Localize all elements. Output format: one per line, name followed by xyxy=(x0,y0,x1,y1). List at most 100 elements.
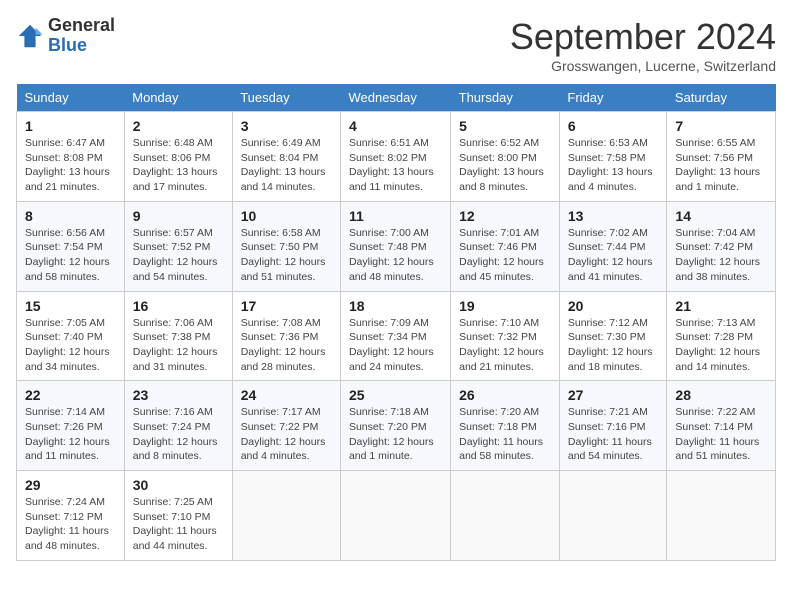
calendar-cell: 6 Sunrise: 6:53 AMSunset: 7:58 PMDaylight… xyxy=(559,112,667,202)
logo: General Blue xyxy=(16,16,115,56)
day-number: 30 xyxy=(133,477,224,493)
day-detail: Sunrise: 7:14 AMSunset: 7:26 PMDaylight:… xyxy=(25,406,110,462)
calendar-cell: 19Sunrise: 7:10 AMSunset: 7:32 PMDayligh… xyxy=(451,291,560,381)
week-row-5: 29 Sunrise: 7:24 AMSunset: 7:12 PMDayligh… xyxy=(17,471,776,561)
logo-general: General xyxy=(48,16,115,36)
day-number: 19 xyxy=(459,298,551,314)
day-detail: Sunrise: 6:52 AMSunset: 8:00 PMDaylight:… xyxy=(459,137,544,193)
week-row-4: 22 Sunrise: 7:14 AMSunset: 7:26 PMDayligh… xyxy=(17,381,776,471)
day-detail: Sunrise: 7:16 AMSunset: 7:24 PMDaylight:… xyxy=(133,406,218,462)
day-number: 17 xyxy=(241,298,332,314)
day-number: 4 xyxy=(349,118,442,134)
day-detail: Sunrise: 7:05 AMSunset: 7:40 PMDaylight:… xyxy=(25,317,110,373)
calendar-header: SundayMondayTuesdayWednesdayThursdayFrid… xyxy=(17,84,776,112)
calendar-cell xyxy=(559,471,667,561)
day-number: 3 xyxy=(241,118,332,134)
day-detail: Sunrise: 7:22 AMSunset: 7:14 PMDaylight:… xyxy=(675,406,759,462)
day-detail: Sunrise: 7:09 AMSunset: 7:34 PMDaylight:… xyxy=(349,317,434,373)
day-number: 14 xyxy=(675,208,767,224)
calendar-cell: 7Sunrise: 6:55 AMSunset: 7:56 PMDaylight… xyxy=(667,112,776,202)
week-row-1: 1Sunrise: 6:47 AMSunset: 8:08 PMDaylight… xyxy=(17,112,776,202)
weekday-friday: Friday xyxy=(559,84,667,112)
calendar-cell xyxy=(340,471,450,561)
day-number: 7 xyxy=(675,118,767,134)
day-number: 20 xyxy=(568,298,659,314)
day-detail: Sunrise: 7:06 AMSunset: 7:38 PMDaylight:… xyxy=(133,317,218,373)
calendar-cell: 8 Sunrise: 6:56 AMSunset: 7:54 PMDaylight… xyxy=(17,201,125,291)
calendar-cell: 20Sunrise: 7:12 AMSunset: 7:30 PMDayligh… xyxy=(559,291,667,381)
day-number: 9 xyxy=(133,208,224,224)
day-number: 22 xyxy=(25,387,116,403)
week-row-2: 8 Sunrise: 6:56 AMSunset: 7:54 PMDaylight… xyxy=(17,201,776,291)
calendar-cell: 3 Sunrise: 6:49 AMSunset: 8:04 PMDaylight… xyxy=(232,112,340,202)
day-detail: Sunrise: 6:57 AMSunset: 7:52 PMDaylight:… xyxy=(133,227,218,283)
calendar-cell: 14 Sunrise: 7:04 AMSunset: 7:42 PMDayligh… xyxy=(667,201,776,291)
calendar-cell: 23 Sunrise: 7:16 AMSunset: 7:24 PMDayligh… xyxy=(124,381,232,471)
day-number: 10 xyxy=(241,208,332,224)
day-number: 13 xyxy=(568,208,659,224)
weekday-header-row: SundayMondayTuesdayWednesdayThursdayFrid… xyxy=(17,84,776,112)
month-title: September 2024 xyxy=(510,16,776,58)
day-number: 2 xyxy=(133,118,224,134)
day-detail: Sunrise: 7:25 AMSunset: 7:10 PMDaylight:… xyxy=(133,496,217,552)
day-detail: Sunrise: 6:48 AMSunset: 8:06 PMDaylight:… xyxy=(133,137,218,193)
calendar-cell xyxy=(667,471,776,561)
day-number: 24 xyxy=(241,387,332,403)
day-detail: Sunrise: 7:00 AMSunset: 7:48 PMDaylight:… xyxy=(349,227,434,283)
location: Grosswangen, Lucerne, Switzerland xyxy=(510,58,776,74)
calendar-cell: 18Sunrise: 7:09 AMSunset: 7:34 PMDayligh… xyxy=(340,291,450,381)
day-detail: Sunrise: 6:51 AMSunset: 8:02 PMDaylight:… xyxy=(349,137,434,193)
calendar-cell: 28 Sunrise: 7:22 AMSunset: 7:14 PMDayligh… xyxy=(667,381,776,471)
logo-icon xyxy=(16,22,44,50)
day-detail: Sunrise: 6:47 AMSunset: 8:08 PMDaylight:… xyxy=(25,137,110,193)
logo-text: General Blue xyxy=(48,16,115,56)
calendar-body: 1Sunrise: 6:47 AMSunset: 8:08 PMDaylight… xyxy=(17,112,776,561)
day-number: 26 xyxy=(459,387,551,403)
day-detail: Sunrise: 6:49 AMSunset: 8:04 PMDaylight:… xyxy=(241,137,326,193)
day-detail: Sunrise: 6:53 AMSunset: 7:58 PMDaylight:… xyxy=(568,137,653,193)
calendar-cell: 13 Sunrise: 7:02 AMSunset: 7:44 PMDayligh… xyxy=(559,201,667,291)
weekday-saturday: Saturday xyxy=(667,84,776,112)
day-number: 16 xyxy=(133,298,224,314)
day-detail: Sunrise: 7:17 AMSunset: 7:22 PMDaylight:… xyxy=(241,406,326,462)
day-number: 23 xyxy=(133,387,224,403)
calendar-cell: 11 Sunrise: 7:00 AMSunset: 7:48 PMDayligh… xyxy=(340,201,450,291)
calendar-cell: 1Sunrise: 6:47 AMSunset: 8:08 PMDaylight… xyxy=(17,112,125,202)
week-row-3: 15 Sunrise: 7:05 AMSunset: 7:40 PMDayligh… xyxy=(17,291,776,381)
calendar-cell: 5 Sunrise: 6:52 AMSunset: 8:00 PMDaylight… xyxy=(451,112,560,202)
day-detail: Sunrise: 7:08 AMSunset: 7:36 PMDaylight:… xyxy=(241,317,326,373)
day-number: 5 xyxy=(459,118,551,134)
day-detail: Sunrise: 7:13 AMSunset: 7:28 PMDaylight:… xyxy=(675,317,760,373)
day-detail: Sunrise: 6:56 AMSunset: 7:54 PMDaylight:… xyxy=(25,227,110,283)
day-detail: Sunrise: 7:02 AMSunset: 7:44 PMDaylight:… xyxy=(568,227,653,283)
calendar-cell: 30 Sunrise: 7:25 AMSunset: 7:10 PMDayligh… xyxy=(124,471,232,561)
calendar-cell: 24 Sunrise: 7:17 AMSunset: 7:22 PMDayligh… xyxy=(232,381,340,471)
day-number: 25 xyxy=(349,387,442,403)
day-number: 8 xyxy=(25,208,116,224)
day-detail: Sunrise: 7:20 AMSunset: 7:18 PMDaylight:… xyxy=(459,406,543,462)
title-area: September 2024 Grosswangen, Lucerne, Swi… xyxy=(510,16,776,74)
day-detail: Sunrise: 7:24 AMSunset: 7:12 PMDaylight:… xyxy=(25,496,109,552)
calendar-cell: 16 Sunrise: 7:06 AMSunset: 7:38 PMDayligh… xyxy=(124,291,232,381)
weekday-wednesday: Wednesday xyxy=(340,84,450,112)
day-detail: Sunrise: 7:18 AMSunset: 7:20 PMDaylight:… xyxy=(349,406,434,462)
calendar-cell: 15 Sunrise: 7:05 AMSunset: 7:40 PMDayligh… xyxy=(17,291,125,381)
day-number: 28 xyxy=(675,387,767,403)
day-number: 29 xyxy=(25,477,116,493)
day-detail: Sunrise: 7:01 AMSunset: 7:46 PMDaylight:… xyxy=(459,227,544,283)
calendar-cell: 9 Sunrise: 6:57 AMSunset: 7:52 PMDaylight… xyxy=(124,201,232,291)
weekday-sunday: Sunday xyxy=(17,84,125,112)
day-detail: Sunrise: 7:04 AMSunset: 7:42 PMDaylight:… xyxy=(675,227,760,283)
weekday-thursday: Thursday xyxy=(451,84,560,112)
day-number: 11 xyxy=(349,208,442,224)
day-number: 27 xyxy=(568,387,659,403)
day-number: 21 xyxy=(675,298,767,314)
logo-blue: Blue xyxy=(48,36,115,56)
calendar-cell: 26 Sunrise: 7:20 AMSunset: 7:18 PMDayligh… xyxy=(451,381,560,471)
calendar-cell: 22 Sunrise: 7:14 AMSunset: 7:26 PMDayligh… xyxy=(17,381,125,471)
day-number: 15 xyxy=(25,298,116,314)
calendar-table: SundayMondayTuesdayWednesdayThursdayFrid… xyxy=(16,84,776,561)
calendar-cell: 25 Sunrise: 7:18 AMSunset: 7:20 PMDayligh… xyxy=(340,381,450,471)
day-number: 6 xyxy=(568,118,659,134)
calendar-cell: 27Sunrise: 7:21 AMSunset: 7:16 PMDayligh… xyxy=(559,381,667,471)
